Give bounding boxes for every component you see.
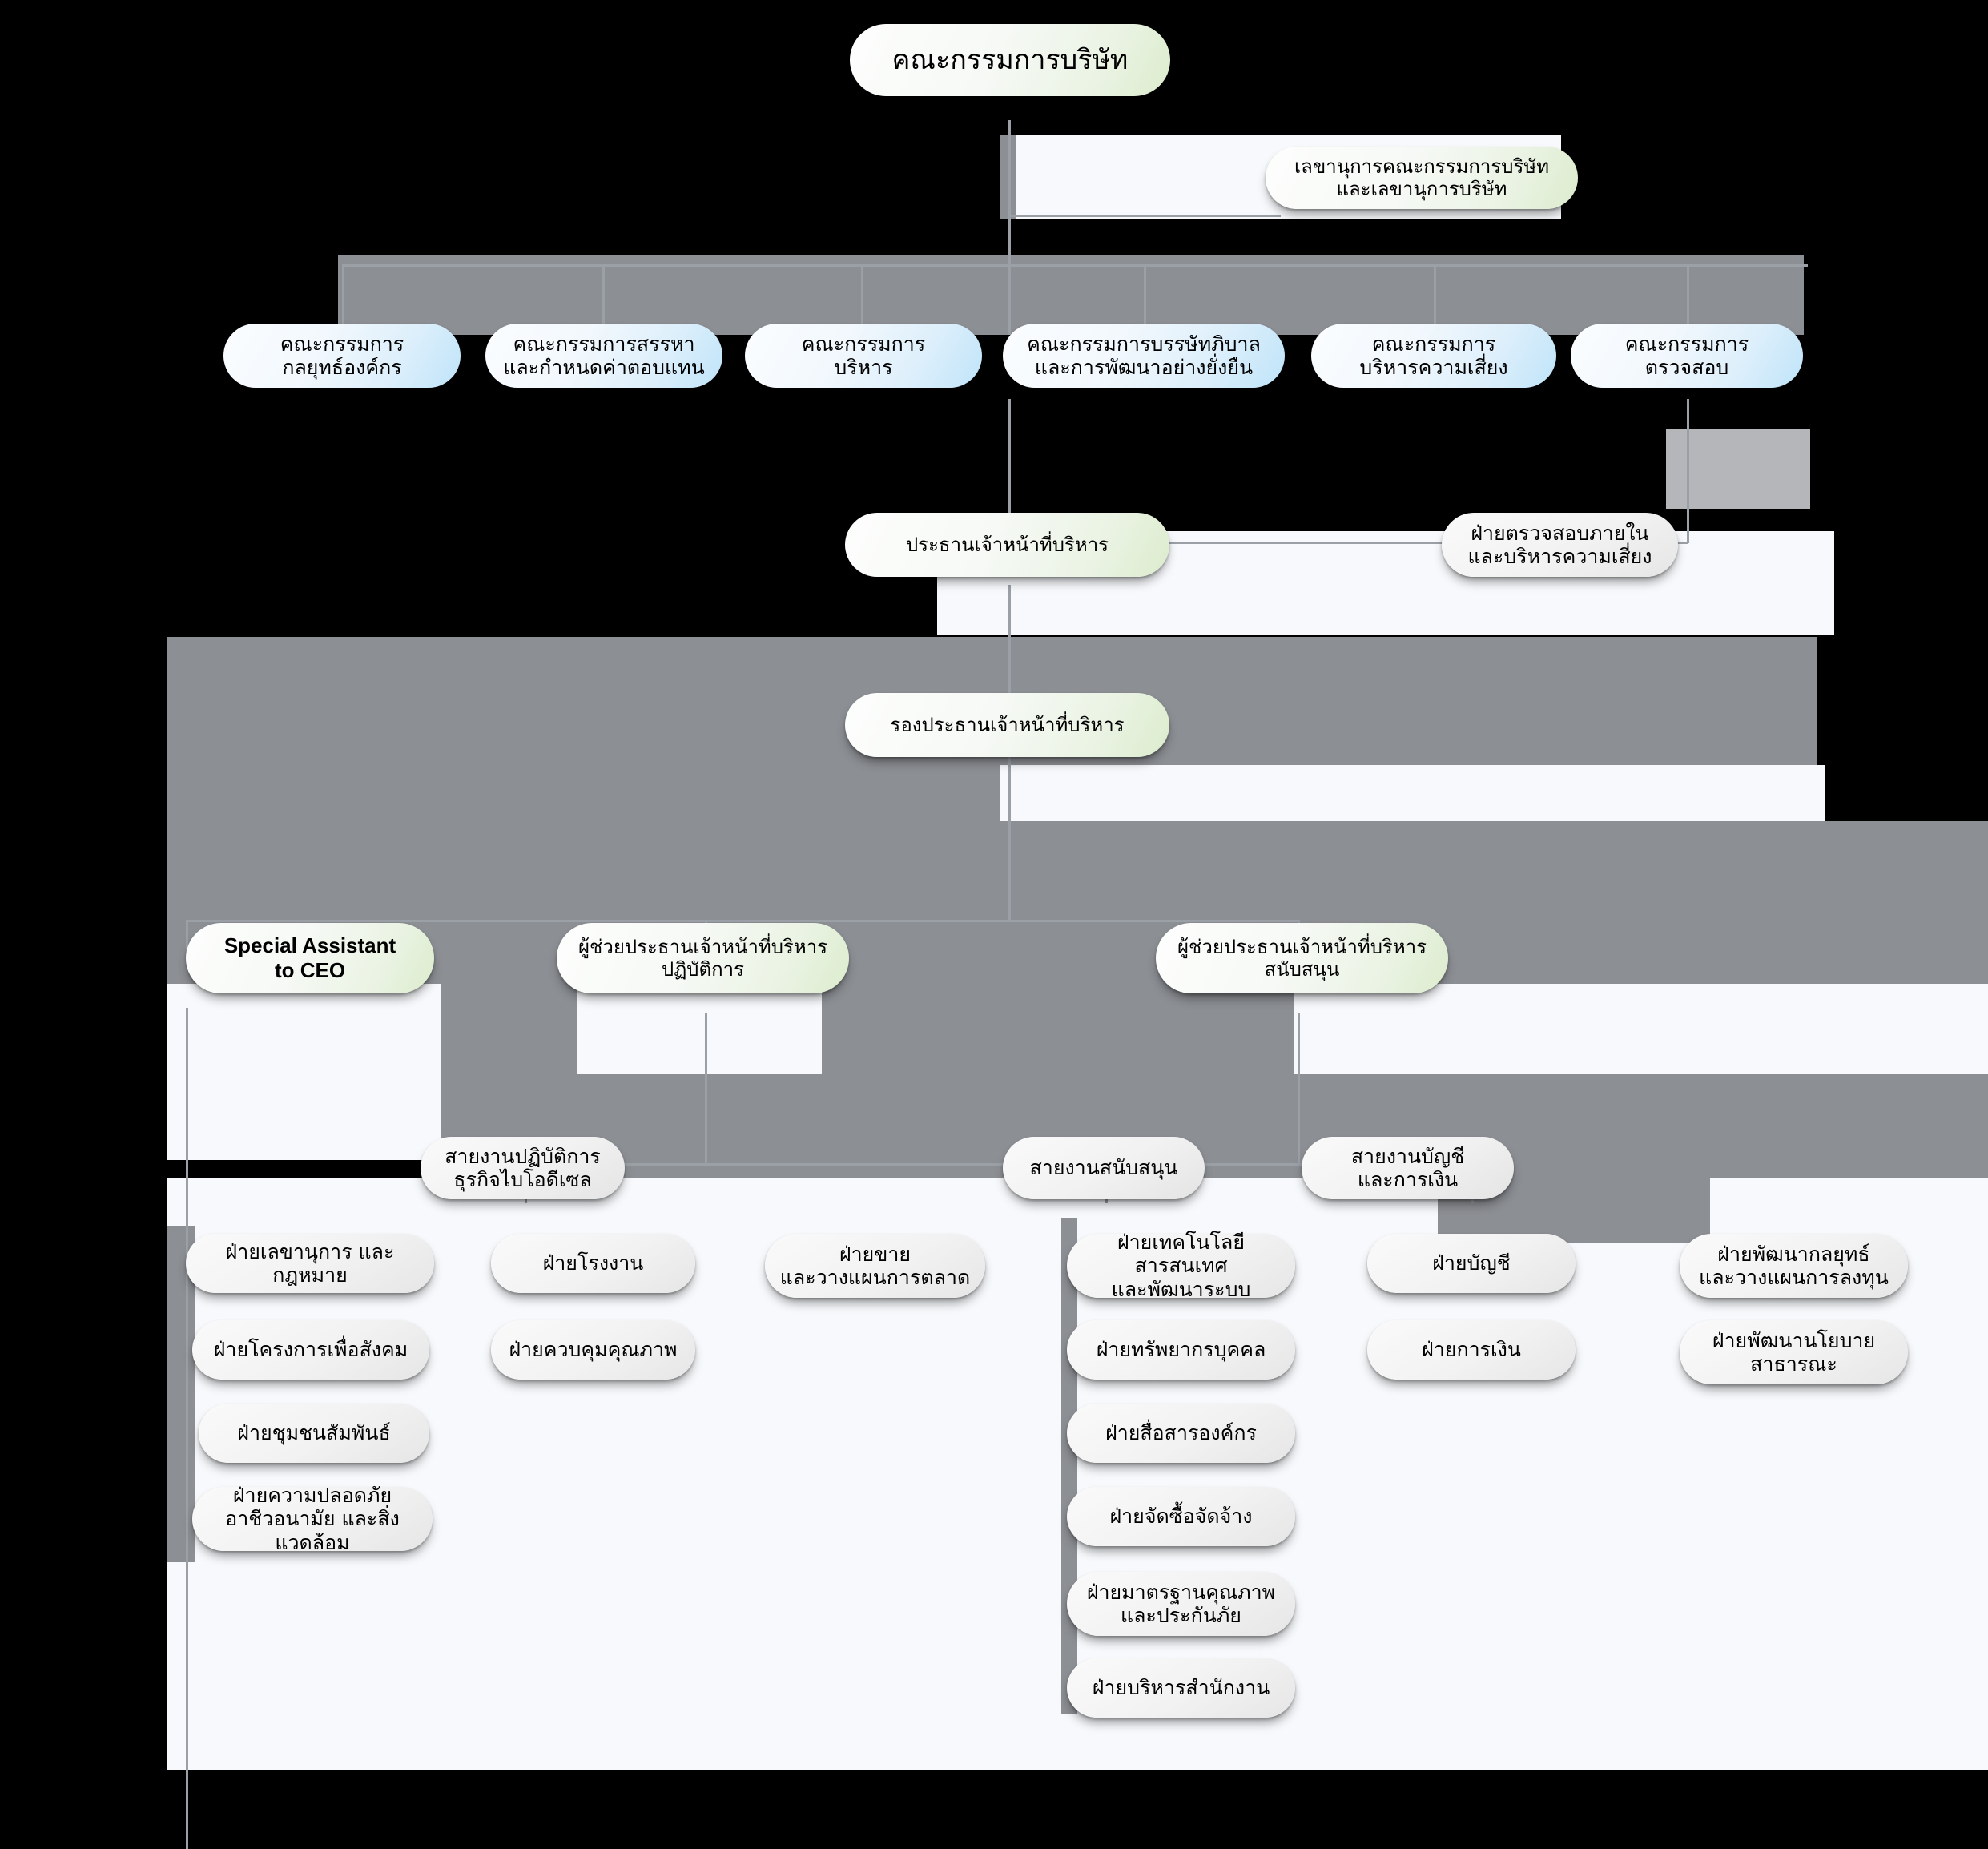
connector-line [1008, 585, 1011, 697]
connector-line [602, 264, 605, 332]
node-deputy-ceo[interactable]: รองประธานเจ้าหน้าที่บริหาร [845, 693, 1169, 757]
node-plant-department[interactable]: ฝ่ายโรงงาน [491, 1234, 695, 1293]
node-assistant-ceo-support[interactable]: ผู้ช่วยประธานเจ้าหน้าที่บริหาร สนับสนุน [1156, 923, 1448, 993]
connector-line [1298, 1013, 1300, 1166]
node-corporate-communications-department[interactable]: ฝ่ายสื่อสารองค์กร [1067, 1404, 1295, 1463]
connector-line [186, 1008, 188, 1849]
connector-line [705, 1013, 707, 1166]
connector-line [1008, 215, 1011, 335]
node-safety-health-environment-department[interactable]: ฝ่ายความปลอดภัย อาชีวอนามัย และสิ่งแวดล้… [192, 1484, 433, 1554]
node-company-secretary[interactable]: เลขานุการคณะกรรมการบริษัท และเลขานุการบร… [1266, 147, 1578, 209]
node-accounting-department[interactable]: ฝ่ายบัญชี [1367, 1234, 1576, 1293]
node-committee-audit[interactable]: คณะกรรมการ ตรวจสอบ [1571, 324, 1803, 388]
connector-line [186, 920, 1298, 922]
node-social-project-department[interactable]: ฝ่ายโครงการเพื่อสังคม [192, 1320, 429, 1380]
node-office-administration-department[interactable]: ฝ่ายบริหารสำนักงาน [1067, 1658, 1295, 1718]
node-accounting-finance-division[interactable]: สายงานบัญชี และการเงิน [1302, 1137, 1514, 1199]
node-internal-audit-risk-department[interactable]: ฝ่ายตรวจสอบภายใน และบริหารความเสี่ยง [1442, 513, 1678, 577]
node-finance-department[interactable]: ฝ่ายการเงิน [1367, 1320, 1576, 1380]
node-committee-risk-management[interactable]: คณะกรรมการ บริหารความเสี่ยง [1311, 324, 1556, 388]
connector-line [1008, 753, 1011, 921]
node-biodiesel-operations-division[interactable]: สายงานปฏิบัติการ ธุรกิจไบโอดีเซล [421, 1137, 625, 1199]
connector-line [1008, 215, 1281, 217]
connector-line [342, 264, 1808, 267]
node-support-division[interactable]: สายงานสนับสนุน [1003, 1137, 1205, 1199]
connector-line [1144, 264, 1146, 332]
node-procurement-department[interactable]: ฝ่ายจัดซื้อจัดจ้าง [1067, 1487, 1295, 1546]
node-community-relations-department[interactable]: ฝ่ายชุมชนสัมพันธ์ [199, 1404, 429, 1463]
connector-line [1008, 399, 1011, 527]
node-committee-executive[interactable]: คณะกรรมการ บริหาร [745, 324, 982, 388]
node-quality-control-department[interactable]: ฝ่ายควบคุมคุณภาพ [491, 1320, 695, 1380]
node-committee-corporate-strategy[interactable]: คณะกรรมการ กลยุทธ์องค์กร [223, 324, 461, 388]
node-public-policy-development-department[interactable]: ฝ่ายพัฒนานโยบาย สาธารณะ [1680, 1320, 1908, 1384]
connector-line [1008, 120, 1011, 216]
node-board-of-directors[interactable]: คณะกรรมการบริษัท [850, 24, 1170, 96]
node-quality-standard-insurance-department[interactable]: ฝ่ายมาตรฐานคุณภาพ และประกันภัย [1067, 1572, 1295, 1636]
node-committee-governance-sustainability[interactable]: คณะกรรมการบรรษัทภิบาล และการพัฒนาอย่างยั… [1003, 324, 1285, 388]
node-ceo[interactable]: ประธานเจ้าหน้าที่บริหาร [845, 513, 1169, 577]
shade-plate [338, 255, 1804, 335]
node-human-resources-department[interactable]: ฝ่ายทรัพยากรบุคคล [1067, 1320, 1295, 1380]
connector-line [1687, 264, 1689, 332]
node-secretary-legal-department[interactable]: ฝ่ายเลขานุการ และ กฎหมาย [186, 1234, 434, 1293]
node-it-system-development-department[interactable]: ฝ่ายเทคโนโลยีสารสนเทศ และพัฒนาระบบ [1067, 1231, 1295, 1301]
org-chart-canvas: คณะกรรมการบริษัท เลขานุการคณะกรรมการบริษ… [0, 0, 1988, 1849]
connector-line [1434, 264, 1436, 332]
connector-line [1687, 399, 1689, 543]
connector-line [861, 264, 863, 332]
node-committee-nomination-remuneration[interactable]: คณะกรรมการสรรหา และกำหนดค่าตอบแทน [485, 324, 722, 388]
node-assistant-ceo-operations[interactable]: ผู้ช่วยประธานเจ้าหน้าที่บริหาร ปฏิบัติกา… [557, 923, 849, 993]
node-sales-marketing-planning-department[interactable]: ฝ่ายขาย และวางแผนการตลาด [765, 1234, 985, 1298]
shade-plate [1061, 1218, 1077, 1714]
node-strategy-investment-planning-department[interactable]: ฝ่ายพัฒนากลยุทธ์ และวางแผนการลงทุน [1680, 1234, 1908, 1298]
node-special-assistant-to-ceo[interactable]: Special Assistant to CEO [186, 923, 434, 993]
connector-line [342, 264, 344, 332]
